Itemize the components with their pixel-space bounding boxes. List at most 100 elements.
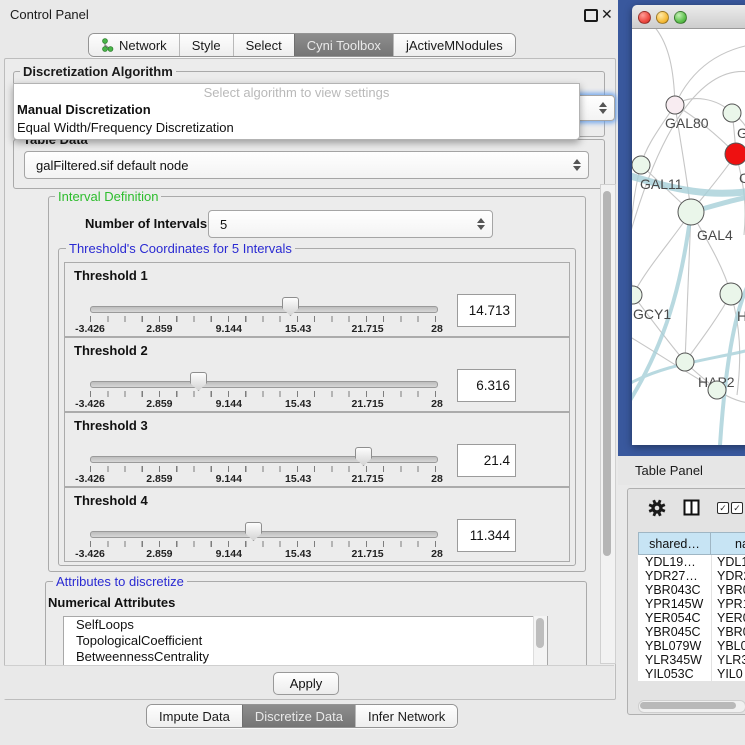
cell-shared-name[interactable]: YDL19…	[638, 555, 711, 569]
cell-shared-name[interactable]: YDR27…	[638, 569, 711, 583]
cell-shared-name[interactable]: YPR145W	[638, 597, 711, 611]
threshold-value-field[interactable]: 21.4	[457, 444, 516, 477]
network-window-titlebar[interactable]	[632, 5, 745, 29]
split-columns-icon[interactable]	[683, 499, 700, 516]
scrollbar-thumb[interactable]	[603, 191, 611, 556]
tab-infer-network[interactable]: Infer Network	[355, 705, 457, 727]
algorithm-dropdown-popup: Select algorithm to view settings Manual…	[13, 83, 580, 140]
list-item[interactable]: TopologicalCoefficient	[64, 633, 547, 649]
network-node[interactable]	[632, 156, 651, 175]
table-row[interactable]: YBR043C YBR0	[638, 583, 745, 597]
list-scrollbar[interactable]	[533, 616, 547, 669]
cell-shared-name[interactable]: YER054C	[638, 611, 711, 625]
tab-label: Discretize Data	[255, 709, 343, 724]
cell-shared-name[interactable]: YBL079W	[638, 639, 711, 653]
tick-label: 21.715	[352, 473, 384, 485]
numerical-attributes-list[interactable]: SelfLoopsTopologicalCoefficientBetweenne…	[63, 616, 548, 669]
table-row[interactable]: YER054C YER0	[638, 611, 745, 625]
threshold-slider-track[interactable]	[90, 531, 438, 538]
control-panel-tabs: Network Style Select Cyni Toolbox jActiv…	[88, 33, 516, 57]
network-node[interactable]	[725, 143, 745, 166]
minimize-traffic-light-icon[interactable]	[656, 11, 669, 24]
threshold-value-field[interactable]: 14.713	[457, 294, 516, 327]
cell-name[interactable]: YBR0	[711, 625, 745, 639]
cell-name[interactable]: YDL1	[711, 555, 745, 569]
table-row[interactable]: YDL19… YDL1	[638, 555, 745, 569]
table-row[interactable]: YBL079W YBL0	[638, 639, 745, 653]
threshold-slider-thumb[interactable]	[190, 372, 207, 391]
network-node[interactable]	[720, 283, 743, 306]
cell-name[interactable]: YLR3	[711, 653, 745, 667]
cell-name[interactable]: YBR0	[711, 583, 745, 597]
tick-label: 9.144	[216, 398, 242, 410]
tab-discretize-data[interactable]: Discretize Data	[242, 705, 355, 727]
checkbox-icon[interactable]: ✓	[731, 502, 743, 514]
network-node[interactable]	[678, 199, 705, 226]
scrollbar-thumb[interactable]	[640, 702, 736, 709]
table-row[interactable]: YBR045C YBR0	[638, 625, 745, 639]
tab-network[interactable]: Network	[89, 34, 179, 56]
column-header-shared-name[interactable]: shared…	[638, 532, 711, 555]
table-row[interactable]: YPR145W YPR1	[638, 597, 745, 611]
list-item[interactable]: SelfLoops	[64, 617, 547, 633]
tab-cyni-toolbox[interactable]: Cyni Toolbox	[294, 34, 393, 56]
table-data-combobox[interactable]: galFiltered.sif default node	[24, 151, 589, 179]
interval-definition-title: Interval Definition	[55, 189, 161, 204]
threshold-slider-track[interactable]	[90, 456, 438, 463]
table-panel-title: Table Panel	[635, 463, 703, 478]
table-row[interactable]: YLR345W YLR3	[638, 653, 745, 667]
table-row[interactable]: YDR27… YDR2	[638, 569, 745, 583]
cell-name[interactable]: YPR1	[711, 597, 745, 611]
tab-style[interactable]: Style	[179, 34, 233, 56]
scrollbar-thumb[interactable]	[536, 618, 544, 648]
threshold-slider-thumb[interactable]	[355, 447, 372, 466]
float-window-icon[interactable]	[584, 9, 598, 22]
apply-button[interactable]: Apply	[273, 672, 339, 695]
table-row[interactable]: YIL053C YIL0	[638, 667, 745, 681]
threshold-value-field[interactable]: 11.344	[457, 519, 516, 552]
network-node[interactable]	[708, 381, 727, 400]
num-intervals-combobox[interactable]: 5	[208, 210, 493, 238]
cell-shared-name[interactable]: YBR043C	[638, 583, 711, 597]
tick-label: -3.426	[75, 548, 105, 560]
panel-title: Control Panel	[10, 7, 89, 22]
table-horizontal-scrollbar[interactable]	[638, 700, 745, 713]
cell-shared-name[interactable]: YIL053C	[638, 667, 711, 681]
threshold-slider-track[interactable]	[90, 381, 438, 388]
network-node[interactable]	[723, 104, 742, 123]
threshold-value-field[interactable]: 6.316	[457, 369, 516, 402]
zoom-traffic-light-icon[interactable]	[674, 11, 687, 24]
cell-name[interactable]: YBL0	[711, 639, 745, 653]
network-node-label: C	[739, 170, 745, 186]
tab-label: Select	[246, 38, 282, 53]
tab-jactivemnodules[interactable]: jActiveMNodules	[393, 34, 515, 56]
cell-shared-name[interactable]: YBR045C	[638, 625, 711, 639]
threshold-slider-thumb[interactable]	[282, 297, 299, 316]
checkbox-icon[interactable]: ✓	[717, 502, 729, 514]
network-canvas[interactable]: GAL80 GA C GAL11	[632, 29, 745, 445]
table-toolbar: ✓ ✓	[628, 489, 745, 527]
threshold-slider-track[interactable]	[90, 306, 438, 313]
gear-icon[interactable]	[648, 499, 666, 517]
panel-scrollbar[interactable]	[600, 184, 616, 664]
list-item[interactable]: BetweennessCentrality	[64, 649, 547, 665]
dropdown-item-manual-discretization[interactable]: Manual Discretization	[14, 101, 579, 119]
tab-select[interactable]: Select	[233, 34, 294, 56]
cell-name[interactable]: YER0	[711, 611, 745, 625]
close-traffic-light-icon[interactable]	[638, 11, 651, 24]
threshold-panel: Threshold 1 -3.4262.8599.14415.4321.7152…	[64, 262, 570, 337]
combo-arrows-icon	[599, 102, 607, 114]
tab-impute-data[interactable]: Impute Data	[147, 705, 242, 727]
cell-name[interactable]: YIL0	[711, 667, 745, 681]
network-node[interactable]	[666, 96, 685, 115]
threshold-slider-thumb[interactable]	[245, 522, 262, 541]
tick-label: 9.144	[216, 473, 242, 485]
close-icon[interactable]: ✕	[601, 6, 613, 23]
cell-shared-name[interactable]: YLR345W	[638, 653, 711, 667]
apply-bar: Apply	[4, 665, 614, 699]
tab-label: Style	[192, 38, 221, 53]
network-node[interactable]	[676, 353, 695, 372]
cell-name[interactable]: YDR2	[711, 569, 745, 583]
column-header-name[interactable]: na	[711, 532, 745, 555]
dropdown-item-equal-width-frequency[interactable]: Equal Width/Frequency Discretization	[14, 119, 579, 137]
